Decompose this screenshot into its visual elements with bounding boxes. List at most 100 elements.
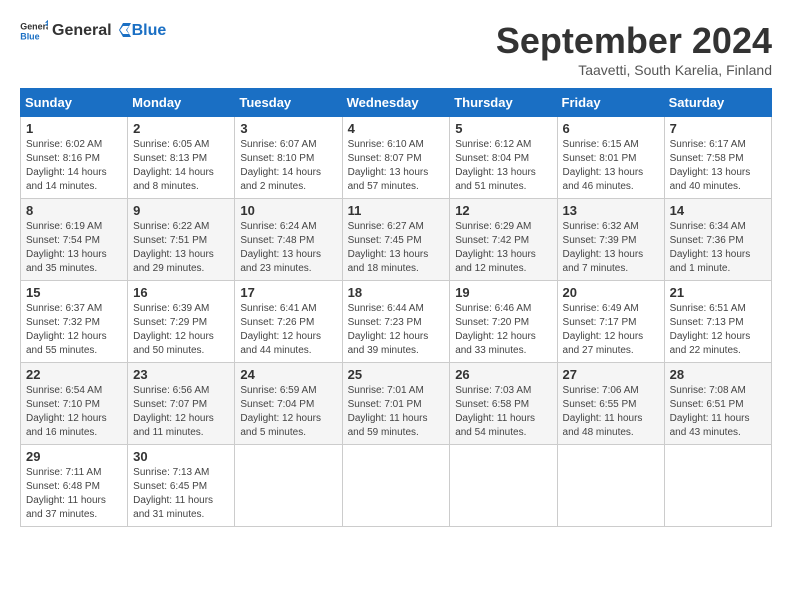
day-number: 29 [26, 449, 122, 464]
day-cell: 4 Sunrise: 6:10 AM Sunset: 8:07 PM Dayli… [342, 117, 450, 199]
day-number: 18 [348, 285, 445, 300]
day-number: 13 [563, 203, 659, 218]
week-row-3: 15 Sunrise: 6:37 AM Sunset: 7:32 PM Dayl… [21, 281, 772, 363]
day-cell: 21 Sunrise: 6:51 AM Sunset: 7:13 PM Dayl… [664, 281, 771, 363]
weekday-header-saturday: Saturday [664, 89, 771, 117]
week-row-1: 1 Sunrise: 6:02 AM Sunset: 8:16 PM Dayli… [21, 117, 772, 199]
day-info: Sunrise: 6:44 AM Sunset: 7:23 PM Dayligh… [348, 302, 445, 358]
day-cell: 28 Sunrise: 7:08 AM Sunset: 6:51 PM Dayl… [664, 363, 771, 445]
day-cell: 9 Sunrise: 6:22 AM Sunset: 7:51 PM Dayli… [128, 199, 235, 281]
location-title: Taavetti, South Karelia, Finland [496, 62, 772, 78]
day-number: 28 [670, 367, 766, 382]
day-cell [342, 445, 450, 527]
day-info: Sunrise: 6:49 AM Sunset: 7:17 PM Dayligh… [563, 302, 659, 358]
title-area: September 2024 Taavetti, South Karelia, … [496, 20, 772, 78]
day-cell: 6 Sunrise: 6:15 AM Sunset: 8:01 PM Dayli… [557, 117, 664, 199]
day-cell: 18 Sunrise: 6:44 AM Sunset: 7:23 PM Dayl… [342, 281, 450, 363]
weekday-header-monday: Monday [128, 89, 235, 117]
calendar-body: 1 Sunrise: 6:02 AM Sunset: 8:16 PM Dayli… [21, 117, 772, 527]
day-number: 23 [133, 367, 229, 382]
day-info: Sunrise: 6:07 AM Sunset: 8:10 PM Dayligh… [240, 138, 336, 194]
day-info: Sunrise: 6:51 AM Sunset: 7:13 PM Dayligh… [670, 302, 766, 358]
day-number: 21 [670, 285, 766, 300]
day-cell: 22 Sunrise: 6:54 AM Sunset: 7:10 PM Dayl… [21, 363, 128, 445]
day-info: Sunrise: 6:39 AM Sunset: 7:29 PM Dayligh… [133, 302, 229, 358]
logo-general: General [52, 22, 112, 40]
day-cell: 27 Sunrise: 7:06 AM Sunset: 6:55 PM Dayl… [557, 363, 664, 445]
day-number: 22 [26, 367, 122, 382]
day-cell [664, 445, 771, 527]
day-cell: 7 Sunrise: 6:17 AM Sunset: 7:58 PM Dayli… [664, 117, 771, 199]
day-number: 27 [563, 367, 659, 382]
day-info: Sunrise: 6:24 AM Sunset: 7:48 PM Dayligh… [240, 220, 336, 276]
weekday-header-sunday: Sunday [21, 89, 128, 117]
weekday-header-friday: Friday [557, 89, 664, 117]
svg-text:Blue: Blue [20, 31, 39, 41]
day-cell: 26 Sunrise: 7:03 AM Sunset: 6:58 PM Dayl… [450, 363, 557, 445]
day-cell: 13 Sunrise: 6:32 AM Sunset: 7:39 PM Dayl… [557, 199, 664, 281]
day-cell: 24 Sunrise: 6:59 AM Sunset: 7:04 PM Dayl… [235, 363, 342, 445]
day-info: Sunrise: 6:56 AM Sunset: 7:07 PM Dayligh… [133, 384, 229, 440]
day-number: 6 [563, 121, 659, 136]
day-cell: 3 Sunrise: 6:07 AM Sunset: 8:10 PM Dayli… [235, 117, 342, 199]
day-number: 30 [133, 449, 229, 464]
day-cell: 30 Sunrise: 7:13 AM Sunset: 6:45 PM Dayl… [128, 445, 235, 527]
day-number: 17 [240, 285, 336, 300]
weekday-header-row: SundayMondayTuesdayWednesdayThursdayFrid… [21, 89, 772, 117]
day-info: Sunrise: 7:03 AM Sunset: 6:58 PM Dayligh… [455, 384, 551, 440]
day-info: Sunrise: 7:06 AM Sunset: 6:55 PM Dayligh… [563, 384, 659, 440]
day-info: Sunrise: 7:01 AM Sunset: 7:01 PM Dayligh… [348, 384, 445, 440]
day-number: 19 [455, 285, 551, 300]
day-cell: 29 Sunrise: 7:11 AM Sunset: 6:48 PM Dayl… [21, 445, 128, 527]
day-number: 26 [455, 367, 551, 382]
day-number: 12 [455, 203, 551, 218]
day-number: 24 [240, 367, 336, 382]
day-info: Sunrise: 6:32 AM Sunset: 7:39 PM Dayligh… [563, 220, 659, 276]
day-info: Sunrise: 7:11 AM Sunset: 6:48 PM Dayligh… [26, 466, 122, 522]
day-number: 7 [670, 121, 766, 136]
day-number: 14 [670, 203, 766, 218]
day-cell: 5 Sunrise: 6:12 AM Sunset: 8:04 PM Dayli… [450, 117, 557, 199]
day-number: 10 [240, 203, 336, 218]
day-number: 3 [240, 121, 336, 136]
week-row-2: 8 Sunrise: 6:19 AM Sunset: 7:54 PM Dayli… [21, 199, 772, 281]
day-info: Sunrise: 6:12 AM Sunset: 8:04 PM Dayligh… [455, 138, 551, 194]
day-number: 15 [26, 285, 122, 300]
day-number: 16 [133, 285, 229, 300]
week-row-4: 22 Sunrise: 6:54 AM Sunset: 7:10 PM Dayl… [21, 363, 772, 445]
weekday-header-tuesday: Tuesday [235, 89, 342, 117]
day-info: Sunrise: 7:08 AM Sunset: 6:51 PM Dayligh… [670, 384, 766, 440]
day-cell: 11 Sunrise: 6:27 AM Sunset: 7:45 PM Dayl… [342, 199, 450, 281]
week-row-5: 29 Sunrise: 7:11 AM Sunset: 6:48 PM Dayl… [21, 445, 772, 527]
day-cell: 19 Sunrise: 6:46 AM Sunset: 7:20 PM Dayl… [450, 281, 557, 363]
day-cell: 25 Sunrise: 7:01 AM Sunset: 7:01 PM Dayl… [342, 363, 450, 445]
logo-icon: General Blue [20, 20, 48, 42]
day-cell: 10 Sunrise: 6:24 AM Sunset: 7:48 PM Dayl… [235, 199, 342, 281]
day-info: Sunrise: 7:13 AM Sunset: 6:45 PM Dayligh… [133, 466, 229, 522]
day-cell [450, 445, 557, 527]
weekday-header-thursday: Thursday [450, 89, 557, 117]
day-info: Sunrise: 6:17 AM Sunset: 7:58 PM Dayligh… [670, 138, 766, 194]
page-header: General Blue General Blue September 2024… [20, 20, 772, 78]
day-number: 9 [133, 203, 229, 218]
day-info: Sunrise: 6:02 AM Sunset: 8:16 PM Dayligh… [26, 138, 122, 194]
svg-text:General: General [20, 22, 48, 32]
day-number: 25 [348, 367, 445, 382]
day-cell: 1 Sunrise: 6:02 AM Sunset: 8:16 PM Dayli… [21, 117, 128, 199]
day-cell: 16 Sunrise: 6:39 AM Sunset: 7:29 PM Dayl… [128, 281, 235, 363]
weekday-header-wednesday: Wednesday [342, 89, 450, 117]
day-cell: 2 Sunrise: 6:05 AM Sunset: 8:13 PM Dayli… [128, 117, 235, 199]
logo-blue: Blue [132, 22, 167, 40]
day-number: 4 [348, 121, 445, 136]
day-info: Sunrise: 6:59 AM Sunset: 7:04 PM Dayligh… [240, 384, 336, 440]
day-cell [557, 445, 664, 527]
calendar-table: SundayMondayTuesdayWednesdayThursdayFrid… [20, 88, 772, 527]
day-cell [235, 445, 342, 527]
day-cell: 23 Sunrise: 6:56 AM Sunset: 7:07 PM Dayl… [128, 363, 235, 445]
month-title: September 2024 [496, 20, 772, 62]
day-info: Sunrise: 6:34 AM Sunset: 7:36 PM Dayligh… [670, 220, 766, 276]
day-number: 11 [348, 203, 445, 218]
day-cell: 20 Sunrise: 6:49 AM Sunset: 7:17 PM Dayl… [557, 281, 664, 363]
day-info: Sunrise: 6:37 AM Sunset: 7:32 PM Dayligh… [26, 302, 122, 358]
day-cell: 8 Sunrise: 6:19 AM Sunset: 7:54 PM Dayli… [21, 199, 128, 281]
